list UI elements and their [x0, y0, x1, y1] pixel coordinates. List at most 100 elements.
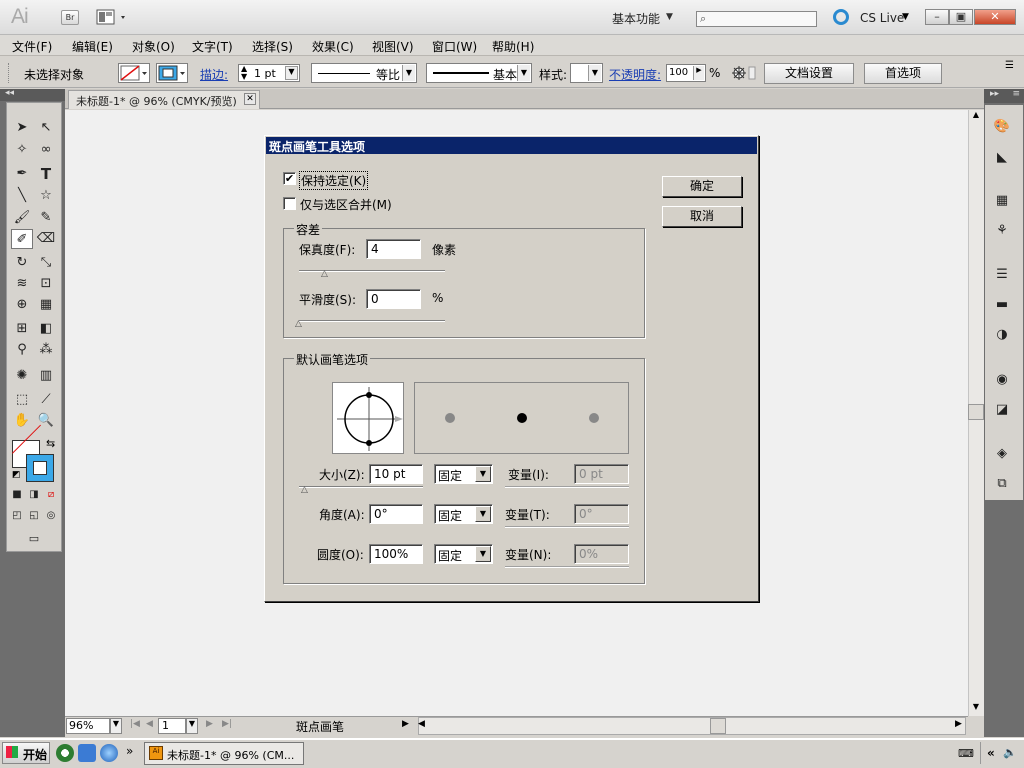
preferences-button[interactable]: 首选项: [864, 63, 942, 84]
angle-field[interactable]: 0°: [369, 504, 423, 524]
arrange-documents-button[interactable]: [96, 9, 130, 26]
internet-explorer-icon[interactable]: [100, 744, 118, 762]
pen-tool-icon[interactable]: ✒: [11, 164, 33, 184]
brush-shape-preview[interactable]: [332, 382, 404, 454]
first-artboard-icon[interactable]: |◀: [130, 719, 140, 729]
roundness-variation-field[interactable]: 0%: [574, 544, 629, 564]
recolor-artwork-button[interactable]: [730, 64, 756, 82]
menu-object[interactable]: 对象(O): [132, 38, 175, 55]
menu-effect[interactable]: 效果(C): [312, 38, 354, 55]
selection-tool-icon[interactable]: ➤: [11, 118, 33, 138]
chevron-down-icon[interactable]: ▼: [285, 66, 298, 80]
color-guide-icon[interactable]: ◣: [991, 148, 1013, 168]
screen-mode-icon[interactable]: ▭: [22, 531, 46, 547]
blend-tool-icon[interactable]: ⁂: [35, 340, 57, 360]
line-tool-icon[interactable]: ╲: [11, 186, 33, 206]
tray-expand-icon[interactable]: «: [987, 746, 995, 760]
paintbrush-tool-icon[interactable]: 🖌: [11, 208, 33, 228]
menu-help[interactable]: 帮助(H): [492, 38, 534, 55]
type-tool-icon[interactable]: T: [35, 164, 57, 184]
default-colors-icon[interactable]: ◩: [12, 470, 21, 480]
eyedropper-tool-icon[interactable]: ⚲: [11, 340, 33, 360]
speaker-icon[interactable]: 🔈: [1003, 746, 1017, 759]
bridge-button[interactable]: Br: [61, 10, 79, 25]
size-slider[interactable]: [299, 486, 423, 488]
fill-color-swatch[interactable]: [118, 63, 150, 83]
stroke-panel-icon[interactable]: ☰: [991, 265, 1013, 285]
chevron-down-icon[interactable]: ▼: [475, 546, 491, 562]
layers-panel-icon[interactable]: ◈: [991, 444, 1013, 464]
roundness-field[interactable]: 100%: [369, 544, 423, 564]
keyboard-icon[interactable]: ⌨: [958, 747, 974, 760]
mesh-tool-icon[interactable]: ⊞: [11, 319, 33, 339]
draw-behind-icon[interactable]: ◱: [26, 508, 42, 524]
pencil-tool-icon[interactable]: ✎: [35, 208, 57, 228]
show-desktop-icon[interactable]: [78, 744, 96, 762]
panel-menu-icon[interactable]: ☰: [1005, 60, 1014, 71]
scroll-up-icon[interactable]: ▲: [968, 110, 984, 119]
chevron-down-icon[interactable]: ▼: [475, 506, 491, 522]
brushes-panel-icon[interactable]: ⚘: [991, 221, 1013, 241]
collapse-icon[interactable]: ◂◂: [5, 88, 14, 98]
cancel-button[interactable]: 取消: [662, 206, 742, 227]
gradient-tool-icon[interactable]: ◧: [35, 319, 57, 339]
star-tool-icon[interactable]: ☆: [35, 186, 57, 206]
horizontal-scroll-thumb[interactable]: [710, 718, 726, 734]
menu-window[interactable]: 窗口(W): [432, 38, 477, 55]
vertical-scroll-thumb[interactable]: [968, 404, 984, 420]
chevron-right-icon[interactable]: ▶: [693, 66, 704, 80]
opacity-field[interactable]: 100 ▶: [666, 64, 706, 82]
taskbar-illustrator-window[interactable]: 未标题-1* @ 96% (CM...: [144, 742, 304, 765]
panel-menu-icon[interactable]: ≡: [1012, 89, 1020, 99]
chevron-down-icon[interactable]: ▼: [186, 718, 198, 734]
free-transform-tool-icon[interactable]: ⊡: [35, 274, 57, 294]
stroke-color-swatch[interactable]: [156, 63, 188, 83]
merge-only-selection-label[interactable]: 仅与选区合并(M): [300, 196, 392, 213]
variable-width-profile-select[interactable]: 等比 ▼: [311, 63, 417, 83]
chevron-down-icon[interactable]: ▼: [475, 466, 491, 482]
document-tab[interactable]: 未标题-1* @ 96% (CMYK/预览): [68, 90, 260, 109]
previous-artboard-icon[interactable]: ◀: [146, 719, 153, 729]
smoothness-slider-thumb[interactable]: △: [295, 319, 302, 329]
scale-tool-icon[interactable]: ⤡: [35, 253, 57, 273]
rotate-tool-icon[interactable]: ↻: [11, 253, 33, 273]
column-graph-tool-icon[interactable]: ▥: [35, 366, 57, 386]
swap-colors-icon[interactable]: ⇆: [46, 437, 55, 450]
lasso-tool-icon[interactable]: ∞: [35, 140, 57, 160]
last-artboard-icon[interactable]: ▶|: [222, 719, 232, 729]
smoothness-slider[interactable]: [299, 320, 445, 322]
angle-variation-field[interactable]: 0°: [574, 504, 629, 524]
merge-only-selection-checkbox[interactable]: [283, 197, 296, 210]
stroke-weight-field[interactable]: ▲ ▼ 1 pt ▼: [238, 64, 300, 82]
menu-edit[interactable]: 编辑(E): [72, 38, 113, 55]
artboard-tool-icon[interactable]: ⬚: [11, 390, 33, 410]
minimize-button[interactable]: –: [925, 9, 949, 25]
zoom-level-field[interactable]: 96%: [66, 718, 110, 734]
search-input[interactable]: [696, 11, 817, 27]
warp-tool-icon[interactable]: ≋: [11, 274, 33, 294]
cs-live-menu[interactable]: CS Live: [860, 11, 904, 25]
close-tab-icon[interactable]: ✕: [244, 93, 256, 105]
expand-icon[interactable]: ▸▸: [990, 89, 999, 99]
control-bar-grip[interactable]: [8, 63, 12, 83]
toolbox-header[interactable]: ◂◂: [0, 88, 65, 101]
direct-selection-tool-icon[interactable]: ↖: [35, 118, 57, 138]
hand-tool-icon[interactable]: ✋: [11, 411, 33, 431]
chevron-down-icon[interactable]: ▼: [110, 718, 122, 734]
ok-button[interactable]: 确定: [662, 176, 742, 197]
scroll-right-icon[interactable]: ▶: [955, 719, 962, 729]
draw-normal-icon[interactable]: ◰: [9, 508, 25, 524]
menu-file[interactable]: 文件(F): [12, 38, 52, 55]
keep-selected-checkbox[interactable]: ✔: [283, 172, 296, 185]
symbol-sprayer-tool-icon[interactable]: ✺: [11, 366, 33, 386]
size-field[interactable]: 10 pt: [369, 464, 423, 484]
media-player-icon[interactable]: [56, 744, 74, 762]
chevron-down-icon[interactable]: ▼: [588, 65, 601, 81]
graphic-styles-panel-icon[interactable]: ◪: [991, 400, 1013, 420]
fidelity-slider-thumb[interactable]: △: [321, 269, 328, 279]
menu-type[interactable]: 文字(T): [192, 38, 233, 55]
size-slider-thumb[interactable]: △: [301, 485, 308, 495]
eraser-tool-icon[interactable]: ⌫: [35, 229, 57, 249]
next-artboard-icon[interactable]: ▶: [206, 719, 213, 729]
graphic-style-select[interactable]: ▼: [570, 63, 603, 83]
